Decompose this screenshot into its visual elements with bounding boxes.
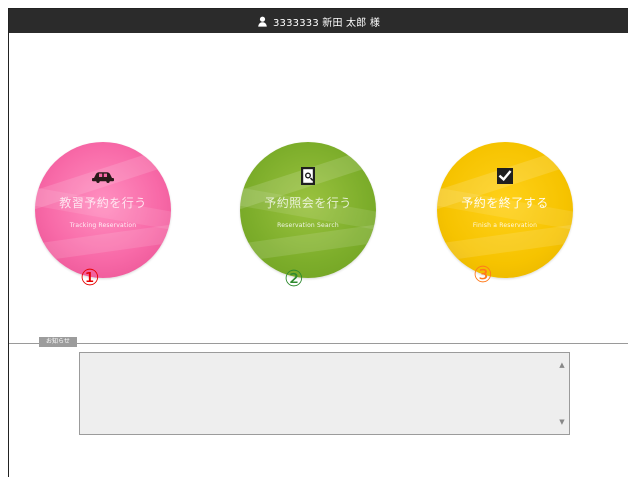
message-scrollbar[interactable]: ▲ ▼ bbox=[556, 353, 569, 434]
menu-button-finish-reservation[interactable]: 予約を終了する Finish a Reservation bbox=[437, 142, 573, 278]
document-search-icon bbox=[296, 164, 320, 188]
user-name: 3333333 新田 太郎 様 bbox=[272, 17, 381, 29]
message-textarea[interactable] bbox=[80, 353, 569, 434]
chevron-up-icon[interactable]: ▲ bbox=[558, 361, 566, 369]
header-bar: 3333333 新田 太郎 様 bbox=[9, 9, 628, 33]
menu-button-reservation-search[interactable]: 予約照会を行う Reservation Search bbox=[240, 142, 376, 278]
checkbox-icon bbox=[493, 164, 517, 188]
menu-button-tracking-reservation[interactable]: 教習予約を行う Tracking Reservation bbox=[35, 142, 171, 278]
step-marker-1: ① bbox=[80, 266, 100, 291]
menu-subtitle: Reservation Search bbox=[277, 222, 339, 229]
user-icon bbox=[257, 16, 268, 27]
menu-subtitle: Finish a Reservation bbox=[472, 222, 538, 229]
menu-title: 教習予約を行う bbox=[59, 196, 147, 210]
chevron-down-icon[interactable]: ▼ bbox=[558, 418, 566, 426]
menu-title: 予約照会を行う bbox=[264, 196, 352, 210]
car-icon bbox=[91, 164, 115, 188]
step-marker-3: ③ bbox=[473, 263, 493, 288]
section-divider bbox=[9, 343, 628, 344]
menu-title: 予約を終了する bbox=[461, 196, 549, 210]
menu-subtitle: Tracking Reservation bbox=[69, 222, 137, 229]
step-marker-2: ② bbox=[284, 267, 304, 292]
section-label: お知らせ bbox=[39, 337, 77, 347]
message-box[interactable]: ▲ ▼ bbox=[79, 352, 570, 435]
